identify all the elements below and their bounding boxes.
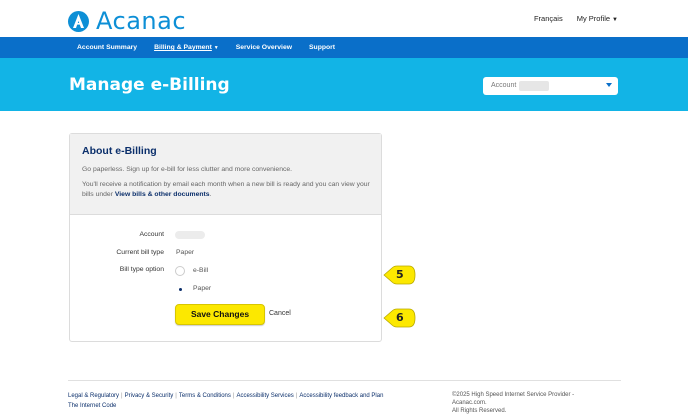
main-nav: Account Summary Billing & Payment ▼ Serv… [0,37,688,58]
current-bill-value: Paper [176,249,195,256]
view-bills-link[interactable]: View bills & other documents [115,191,210,198]
cancel-link[interactable]: Cancel [269,310,291,317]
callout-5-number: 5 [396,268,404,281]
footer-link-accessibility-services[interactable]: Accessibility Services [236,393,293,399]
save-changes-button[interactable]: Save Changes [175,304,265,325]
callout-6: 6 [383,308,416,328]
footer-link-accessibility-feedback[interactable]: Accessibility feedback and Plan [299,393,383,399]
language-link[interactable]: Français [534,14,563,23]
dropdown-caret-icon [606,83,612,87]
page-title: Manage e-Billing [69,75,230,95]
footer-divider [68,380,621,381]
bill-type-option-label: Bill type option [119,266,164,273]
brand-logo[interactable]: Acanac [68,7,186,35]
nav-support[interactable]: Support [309,44,335,51]
card-title: About e-Billing [82,145,157,157]
ebilling-card: About e-Billing Go paperless. Sign up fo… [69,133,382,342]
footer-link-legal[interactable]: Legal & Regulatory [68,393,119,399]
card-notice: You'll receive a notification by email e… [82,180,377,200]
copyright-line-3: All Rights Reserved. [452,408,507,414]
card-intro: Go paperless. Sign up for e-bill for les… [82,166,293,173]
ebill-radio[interactable] [175,266,185,276]
top-header: Acanac Français My Profile ▼ [0,0,688,37]
page-banner: Manage e-Billing Account [0,58,688,111]
callout-6-number: 6 [396,311,404,324]
footer-separator: | [175,393,177,399]
top-links: Français My Profile ▼ [534,14,618,23]
footer-copyright: ©2025 High Speed Internet Service Provid… [452,391,602,415]
chevron-down-icon: ▼ [213,45,219,51]
footer-links: Legal & Regulatory | Privacy & Security | Te… [68,391,428,411]
footer-link-internet-code[interactable]: The Internet Code [68,403,116,409]
nav-billing-payment[interactable]: Billing & Payment ▼ [154,44,219,51]
account-number-redacted [519,81,549,91]
card-notice-end: . [209,191,212,198]
copyright-line-2: Acanac.com. [452,400,487,406]
current-bill-label: Current bill type [116,249,164,256]
ebill-radio-label[interactable]: e-Bill [193,267,208,274]
callout-5: 5 [383,265,416,285]
chevron-down-icon: ▼ [612,17,618,23]
footer-link-terms[interactable]: Terms & Conditions [179,393,231,399]
my-profile-label: My Profile [576,14,611,23]
card-header: About e-Billing Go paperless. Sign up fo… [70,134,381,215]
paper-radio[interactable] [175,284,185,294]
nav-account-summary[interactable]: Account Summary [77,44,137,51]
account-value-redacted [175,231,205,239]
brand-name: Acanac [96,7,187,35]
my-profile-menu[interactable]: My Profile ▼ [577,14,618,23]
nav-service-overview[interactable]: Service Overview [236,44,292,51]
acanac-logo-icon [68,10,89,32]
footer-separator: | [295,393,298,399]
footer-link-privacy[interactable]: Privacy & Security [125,393,174,399]
nav-billing-payment-label: Billing & Payment [154,44,212,51]
footer-separator: | [121,393,123,399]
paper-radio-label[interactable]: Paper [193,285,211,292]
copyright-line-1: ©2025 High Speed Internet Service Provid… [452,392,575,398]
account-select[interactable]: Account [483,77,618,95]
account-label: Account [139,231,164,238]
account-select-label: Account [491,82,517,89]
footer-separator: | [232,393,235,399]
